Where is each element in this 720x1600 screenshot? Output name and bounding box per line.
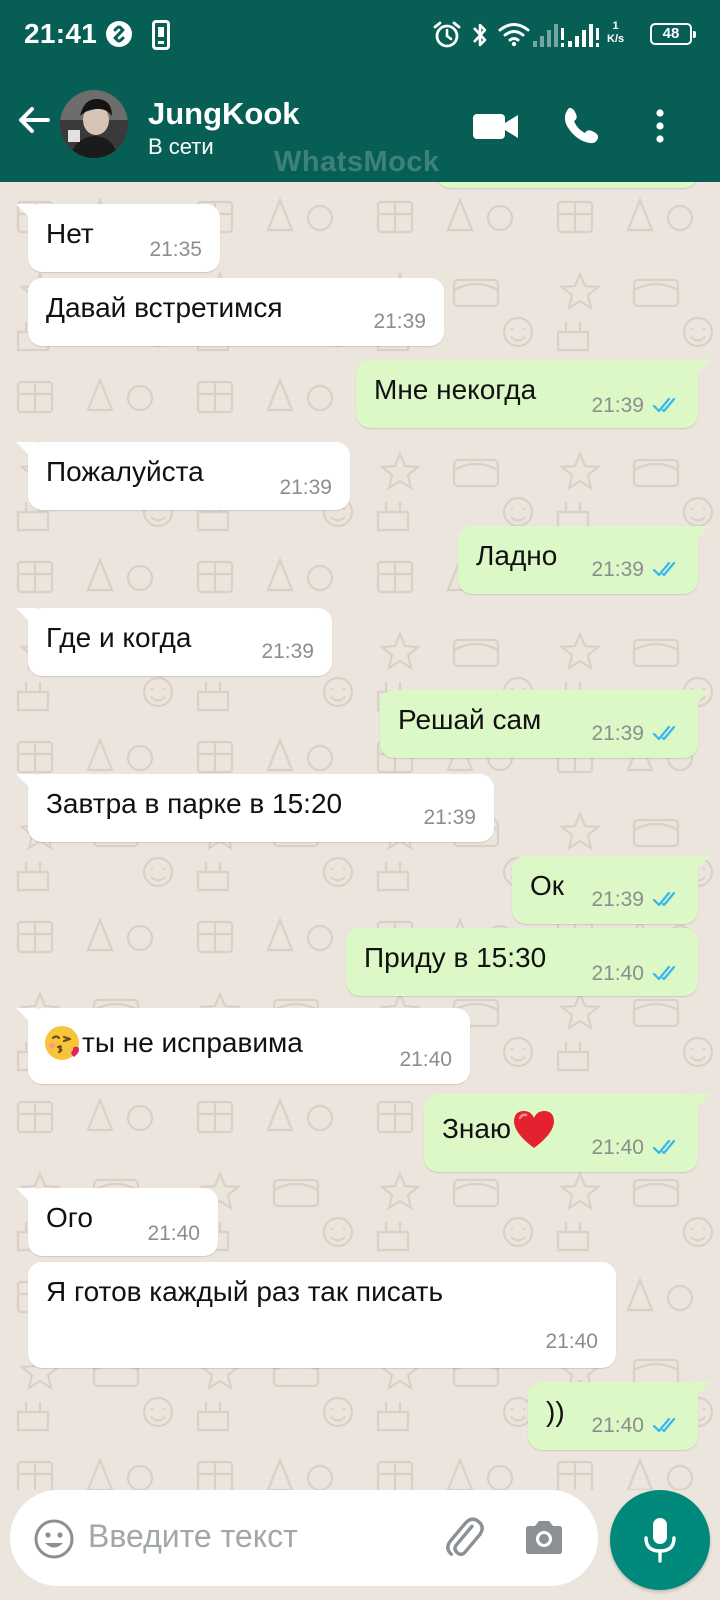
message-time: 21:39: [279, 476, 332, 499]
message-incoming[interactable]: Нет 21:35: [16, 204, 220, 272]
message-time: 21:40: [399, 1048, 452, 1071]
contact-name[interactable]: JungKook: [148, 96, 300, 132]
message-incoming[interactable]: Где и когда 21:39: [16, 608, 332, 676]
red-heart-emoji: [513, 1111, 554, 1148]
message-outgoing[interactable]: Знаю 21:40: [424, 1094, 710, 1172]
message-text: Мне некогда: [374, 374, 537, 405]
message-outgoing[interactable]: Ок 21:39: [512, 856, 710, 924]
voice-call-icon[interactable]: [560, 104, 608, 148]
message-incoming[interactable]: Пожалуйста 21:39: [16, 442, 350, 510]
read-receipt-icon: [652, 965, 676, 981]
status-bar: 21:41 1 K/s 48: [0, 0, 720, 72]
message-incoming[interactable]: Давай встретимся 21:39: [28, 278, 444, 346]
message-time: 21:40: [545, 1330, 598, 1353]
message-text: ты не исправима: [82, 1027, 303, 1058]
bluetooth-icon: [473, 23, 487, 47]
message-outgoing-partial: [436, 182, 698, 188]
read-receipt-icon: [652, 1417, 676, 1433]
message-text: Пожалуйста: [46, 456, 204, 487]
message-time: 21:39: [591, 888, 644, 911]
video-call-icon[interactable]: [472, 104, 520, 148]
message-text: Ого: [46, 1202, 93, 1233]
message-text: )): [546, 1396, 565, 1427]
read-receipt-icon: [652, 1139, 676, 1155]
more-options-icon[interactable]: [650, 104, 670, 148]
read-receipt-icon: [652, 561, 676, 577]
back-arrow-icon[interactable]: [14, 100, 54, 140]
message-incoming[interactable]: Я готов каждый раз так писать 21:40: [28, 1262, 616, 1368]
message-outgoing[interactable]: Мне некогда 21:39: [356, 360, 710, 428]
message-text: Давай встретимся: [46, 292, 283, 323]
message-text: Решай сам: [398, 704, 542, 735]
message-text: Ладно: [476, 540, 558, 571]
network-speed: 1 K/s: [607, 20, 625, 45]
watermark: WhatsMock: [274, 146, 440, 178]
message-incoming[interactable]: ты не исправима 21:40: [16, 1008, 470, 1084]
message-time: 21:40: [591, 962, 644, 985]
message-time: 21:40: [147, 1222, 200, 1245]
alarm-icon: [433, 21, 461, 48]
message-time: 21:40: [591, 1414, 644, 1437]
chat-messages[interactable]: Нет 21:35 Давай встретимся 21:39 Мне нек…: [0, 182, 720, 1490]
read-receipt-icon: [652, 891, 676, 907]
message-text: Знаю: [442, 1113, 511, 1144]
mic-icon: [644, 1518, 676, 1563]
message-time: 21:39: [591, 558, 644, 581]
message-text: Приду в 15:30: [364, 942, 547, 973]
attach-icon[interactable]: [440, 1514, 488, 1562]
status-time: 21:41: [24, 18, 98, 49]
message-outgoing[interactable]: Решай сам 21:39: [380, 690, 710, 758]
battery-indicator: 48: [650, 23, 696, 45]
message-incoming[interactable]: Ого 21:40: [16, 1188, 218, 1256]
mic-button[interactable]: [610, 1490, 710, 1590]
signal-icon: [533, 24, 599, 47]
message-time: 21:35: [149, 238, 202, 261]
message-incoming[interactable]: Завтра в парке в 15:20 21:39: [16, 774, 494, 842]
wifi-icon: [498, 23, 530, 47]
message-outgoing[interactable]: )) 21:40: [528, 1382, 710, 1450]
contact-status: В сети: [148, 134, 214, 159]
message-input[interactable]: Введите текст: [88, 1518, 298, 1555]
message-composer: Введите текст: [10, 1490, 598, 1586]
message-text: Где и когда: [46, 622, 192, 653]
message-text: Нет: [46, 218, 94, 249]
kissing-face-with-heart-emoji: [45, 1026, 79, 1060]
message-time: 21:39: [423, 806, 476, 829]
avatar[interactable]: [60, 90, 128, 158]
message-text: Я готов каждый раз так писать: [46, 1276, 444, 1307]
camera-icon[interactable]: [520, 1514, 568, 1562]
message-time: 21:39: [261, 640, 314, 663]
read-receipt-icon: [652, 725, 676, 741]
shazam-icon: [106, 21, 132, 47]
message-text: Завтра в парке в 15:20: [46, 788, 343, 819]
message-time: 21:39: [591, 394, 644, 417]
message-time: 21:39: [373, 310, 426, 333]
read-receipt-icon: [652, 397, 676, 413]
app-header: 21:41 1 K/s 48 JungKook В сети WhatsMock: [0, 0, 720, 182]
phone-sim-icon: [152, 20, 170, 50]
message-time: 21:40: [591, 1136, 644, 1159]
message-outgoing[interactable]: Ладно 21:39: [458, 526, 710, 594]
message-time: 21:39: [591, 722, 644, 745]
message-outgoing[interactable]: Приду в 15:30 21:40: [346, 928, 698, 996]
emoji-icon[interactable]: [32, 1517, 76, 1561]
chat-toolbar: JungKook В сети WhatsMock: [0, 72, 720, 182]
message-text: Ок: [530, 870, 565, 901]
